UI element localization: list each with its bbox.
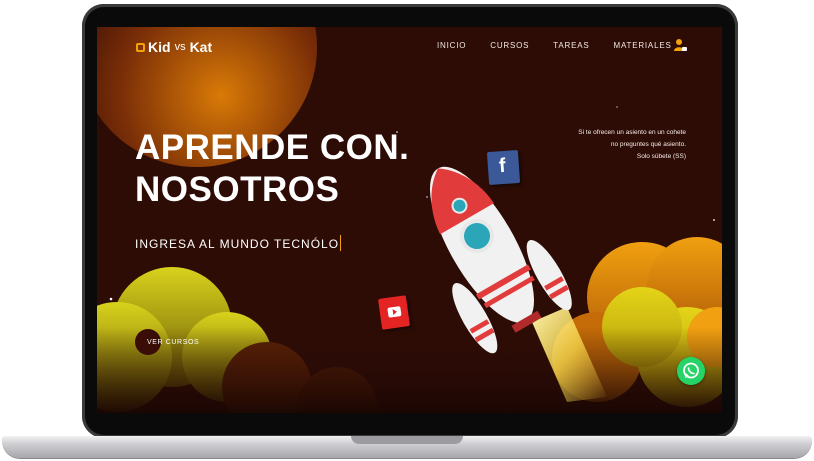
logo-text-vs: vs xyxy=(174,41,186,53)
cta-label: VER CURSOS xyxy=(147,338,200,346)
nav-item-inicio[interactable]: INICIO xyxy=(437,41,466,50)
logo-icon xyxy=(136,42,145,52)
logo-text-kat: Kat xyxy=(189,39,213,55)
quote-line-2: no preguntes qué asiento. xyxy=(610,141,686,148)
play-icon xyxy=(387,306,402,318)
youtube-icon[interactable] xyxy=(377,295,411,330)
typing-cursor xyxy=(340,235,342,251)
user-icon[interactable] xyxy=(674,38,687,52)
quote-line-3: Solo súbete (SS) xyxy=(636,153,686,160)
hero-title-line-2: NOSOTROS xyxy=(135,170,340,209)
nav-item-tareas[interactable]: TAREAS xyxy=(553,41,589,50)
hero-title: APRENDE CON. NOSOTROS xyxy=(135,127,409,211)
ver-cursos-button[interactable]: VER CURSOS xyxy=(135,329,199,355)
hero-subtitle-text: INGRESA AL MUNDO TECNÓLO xyxy=(135,237,340,251)
rocket-flame xyxy=(532,307,607,402)
top-navigation: Kid vs Kat INICIO CURSOS TAREAS MATERIALES xyxy=(97,27,722,67)
hero-subtitle: INGRESA AL MUNDO TECNÓLO xyxy=(135,235,342,251)
whatsapp-icon[interactable] xyxy=(677,357,705,385)
nav-item-materiales[interactable]: MATERIALES xyxy=(614,41,672,50)
nav-item-cursos[interactable]: CURSOS xyxy=(490,41,529,50)
facebook-glyph: f xyxy=(498,154,507,178)
site-logo[interactable]: Kid vs Kat xyxy=(136,39,212,55)
quote-block: Si te ofrecen un asiento en un cohete no… xyxy=(526,127,686,163)
rocket-illustration xyxy=(430,166,607,402)
logo-text-kid: Kid xyxy=(148,39,171,55)
website-screen: Kid vs Kat INICIO CURSOS TAREAS MATERIALES… xyxy=(97,27,722,413)
nav-links: INICIO CURSOS TAREAS MATERIALES xyxy=(437,41,672,50)
laptop-notch xyxy=(351,436,463,444)
quote-line-1: Si te ofrecen un asiento en un cohete xyxy=(578,129,686,136)
facebook-icon[interactable]: f xyxy=(486,149,521,186)
hero-title-line-1: APRENDE CON. xyxy=(135,128,410,167)
